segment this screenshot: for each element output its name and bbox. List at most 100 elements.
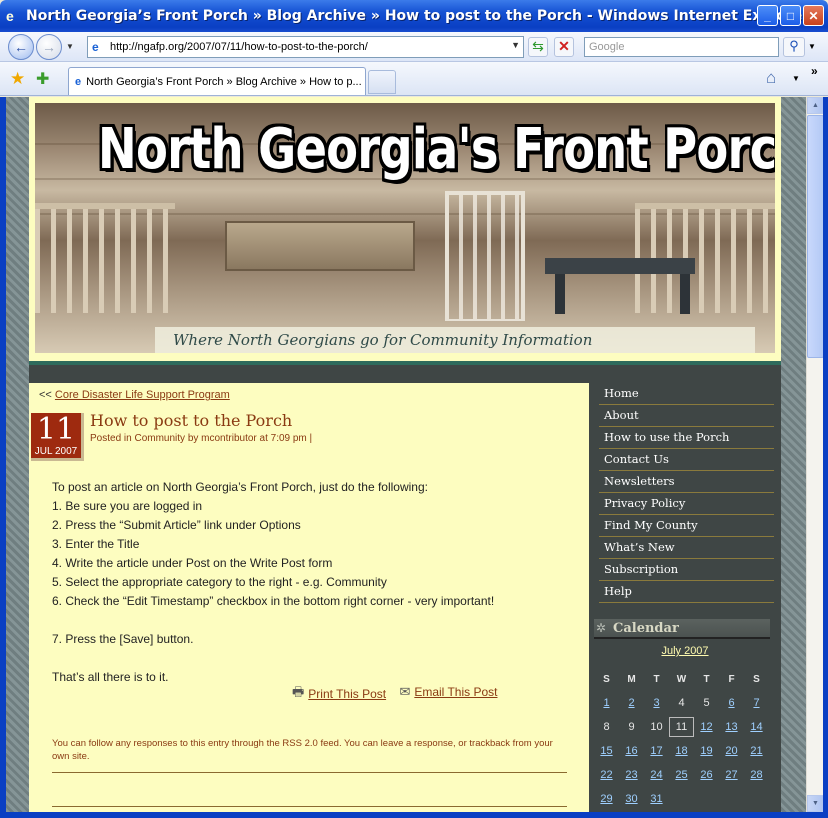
calendar-day[interactable]: 26 <box>694 769 719 781</box>
print-post-link[interactable]: Print This Post <box>308 687 386 701</box>
post-month: JUL 2007 <box>34 446 78 457</box>
calendar-day[interactable]: 25 <box>669 769 694 781</box>
address-url[interactable]: http://ngafp.org/2007/07/11/how-to-post-… <box>110 41 368 53</box>
sidebar-menu-item[interactable]: Subscription <box>599 559 774 581</box>
calendar-header: ✲ Calendar <box>594 619 770 639</box>
navigation-bar: ← → ▼ e http://ngafp.org/2007/07/11/how-… <box>0 32 828 62</box>
home-icon[interactable]: ⌂ <box>766 68 776 88</box>
calendar-day[interactable]: 30 <box>619 793 644 805</box>
calendar-day[interactable]: 31 <box>644 793 669 805</box>
post-body-line: 3. Enter the Title <box>52 537 140 551</box>
sidebar-menu-item[interactable]: Contact Us <box>599 449 774 471</box>
sidebar-menu-item[interactable]: About <box>599 405 774 427</box>
calendar-day[interactable]: 2 <box>619 697 644 709</box>
scroll-up-button[interactable]: ▲ <box>807 97 824 114</box>
calendar-day[interactable]: 29 <box>594 793 619 805</box>
calendar-day[interactable]: 3 <box>644 697 669 709</box>
arrow-right-icon: → <box>42 39 56 55</box>
search-input[interactable]: Google <box>584 37 779 57</box>
post-footer-text: You can follow any responses to this ent… <box>52 738 553 762</box>
post-body-line: To post an article on North Georgia’s Fr… <box>52 480 428 494</box>
back-button[interactable]: ← <box>8 34 34 60</box>
calendar-day[interactable]: 14 <box>744 721 769 733</box>
vertical-scrollbar[interactable]: ▲ ▼ <box>806 97 824 812</box>
stop-button[interactable]: ✕ <box>554 37 574 57</box>
post-body-line: 6. Check the “Edit Timestamp” checkbox i… <box>52 594 495 608</box>
calendar-weekday: W <box>676 673 687 685</box>
header-banner-image[interactable]: North Georgia's Front Porch Where North … <box>35 103 775 353</box>
sidebar-menu-item[interactable]: Newsletters <box>599 471 774 493</box>
address-bar[interactable]: e http://ngafp.org/2007/07/11/how-to-pos… <box>87 36 524 58</box>
add-favorites-icon[interactable]: ✚ <box>36 69 49 89</box>
calendar-day[interactable]: 19 <box>694 745 719 757</box>
post-body: To post an article on North Georgia’s Fr… <box>52 478 572 687</box>
home-dropdown-icon[interactable]: ▼ <box>792 74 800 83</box>
post-body-line: 2. Press the “Submit Article” link under… <box>52 518 301 532</box>
page-viewport: North Georgia's Front Porch Where North … <box>6 97 806 812</box>
calendar-day[interactable]: 27 <box>719 769 744 781</box>
email-post-link[interactable]: Email This Post <box>414 685 497 699</box>
calendar-day[interactable]: 1 <box>594 697 619 709</box>
header-bar <box>29 365 781 383</box>
calendar-day[interactable]: 13 <box>719 721 744 733</box>
site-container: North Georgia's Front Porch Where North … <box>29 97 781 812</box>
post-title[interactable]: How to post to the Porch <box>90 411 292 430</box>
minimize-button[interactable]: _ <box>757 5 778 26</box>
sidebar-menu-item[interactable]: Find My County <box>599 515 774 537</box>
divider <box>52 772 567 773</box>
calendar-day[interactable]: 21 <box>744 745 769 757</box>
calendar-weekday: F <box>728 673 735 685</box>
calendar-day[interactable]: 16 <box>619 745 644 757</box>
refresh-icon: ⇆ <box>532 38 544 54</box>
sidebar-menu-item[interactable]: Privacy Policy <box>599 493 774 515</box>
calendar-day[interactable]: 7 <box>744 697 769 709</box>
more-tools-icon[interactable]: » <box>811 64 818 78</box>
post-day: 11 <box>36 412 76 447</box>
sidebar-menu-item[interactable]: Help <box>599 581 774 603</box>
calendar-grid: S M T W T F S 1 2 3 4 5 6 7 8 9 10 11 12 13 14 15 16 17 18 19 20 21… <box>594 667 770 811</box>
sidebar-menu-item[interactable]: What’s New <box>599 537 774 559</box>
new-tab-button[interactable] <box>368 70 396 94</box>
rocking-chair-graphic <box>445 191 525 321</box>
tab-label: North Georgia’s Front Porch » Blog Archi… <box>86 75 362 88</box>
calendar-day[interactable]: 22 <box>594 769 619 781</box>
main-content: << Core Disaster Life Support Program 11… <box>29 383 589 812</box>
scroll-thumb[interactable] <box>807 115 824 358</box>
history-dropdown-icon[interactable]: ▼ <box>66 42 74 51</box>
refresh-button[interactable]: ⇆ <box>528 37 548 57</box>
tab-page-icon: e <box>75 75 82 88</box>
calendar-day: 8 <box>603 721 610 733</box>
maximize-button[interactable]: □ <box>780 5 801 26</box>
calendar-day[interactable]: 24 <box>644 769 669 781</box>
previous-post-link[interactable]: Core Disaster Life Support Program <box>55 389 230 401</box>
calendar-day[interactable]: 12 <box>694 721 719 733</box>
sidebar: Home About How to use the Porch Contact Us N… <box>589 383 781 812</box>
calendar-month-link[interactable]: July 2007 <box>589 645 781 657</box>
favorites-star-icon[interactable]: ★ <box>10 69 25 89</box>
post-body-line: 5. Select the appropriate category to th… <box>52 575 387 589</box>
forward-button[interactable]: → <box>36 34 62 60</box>
search-button[interactable]: ⚲ <box>783 37 805 57</box>
previous-post-nav: << Core Disaster Life Support Program <box>39 389 230 401</box>
sidebar-menu-item[interactable]: Home <box>599 383 774 405</box>
calendar-day[interactable]: 15 <box>594 745 619 757</box>
window-title: North Georgia’s Front Porch » Blog Archi… <box>26 8 810 24</box>
post-body-line: 7. Press the [Save] button. <box>52 632 194 646</box>
post-actions: 🖶 Print This Post ✉ Email This Post <box>292 683 507 705</box>
divider <box>52 806 567 807</box>
calendar-day[interactable]: 17 <box>644 745 669 757</box>
tab-active[interactable]: e North Georgia’s Front Porch » Blog Arc… <box>68 67 366 95</box>
calendar-day[interactable]: 18 <box>669 745 694 757</box>
post-body-line: 1. Be sure you are logged in <box>52 499 203 513</box>
calendar-day[interactable]: 28 <box>744 769 769 781</box>
calendar-day[interactable]: 23 <box>619 769 644 781</box>
scroll-down-button[interactable]: ▼ <box>807 795 824 812</box>
calendar-day[interactable]: 20 <box>719 745 744 757</box>
tab-bar: ★ ✚ e North Georgia’s Front Porch » Blog… <box>0 62 828 96</box>
address-dropdown-icon[interactable]: ▼ <box>511 40 520 50</box>
sidebar-menu-item[interactable]: How to use the Porch <box>599 427 774 449</box>
search-options-icon[interactable]: ▼ <box>808 42 816 51</box>
close-button[interactable]: ✕ <box>803 5 824 26</box>
calendar-day[interactable]: 6 <box>719 697 744 709</box>
sidebar-menu: Home About How to use the Porch Contact Us N… <box>599 383 774 603</box>
